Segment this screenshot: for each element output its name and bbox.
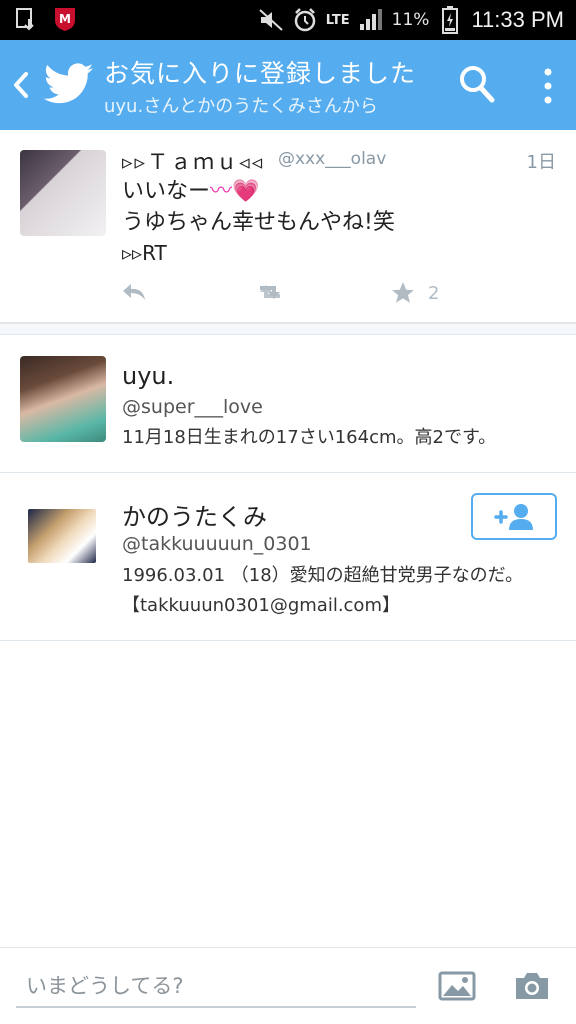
network-type: LTE (325, 12, 350, 28)
camera-icon[interactable] (512, 970, 552, 1002)
favorite-button[interactable]: 2 (390, 280, 439, 306)
compose-bar (0, 947, 576, 1024)
reply-button[interactable] (120, 280, 148, 304)
search-icon[interactable] (456, 62, 498, 106)
tweet-timestamp: 1日 (526, 152, 556, 173)
compose-field[interactable] (16, 968, 416, 1008)
tweet-text: いいなー〰💗 うゆちゃん幸せもんやね!笑 ▹▹RT (122, 176, 562, 269)
twitter-logo-icon[interactable] (43, 62, 94, 106)
tweet[interactable]: ▹▹Ｔａｍｕ◃◃ @xxx___olav 1日 いいなー〰💗 うゆちゃん幸せもん… (0, 130, 576, 323)
battery-percent: 11% (391, 10, 430, 30)
tweet-line: いいなー〰💗 (122, 176, 562, 207)
avatar[interactable] (20, 356, 106, 442)
battery-charging-icon (437, 6, 463, 34)
clock: 11:33 PM (471, 7, 564, 32)
follow-button[interactable] (471, 493, 557, 540)
alarm-icon (292, 7, 318, 33)
page-subtitle: uyu.さんとかのうたくみさんから (104, 96, 378, 117)
user-bio: 11月18日生まれの17さい164cm。高2です。 (122, 423, 566, 453)
back-icon[interactable] (8, 68, 32, 102)
user-bio-line: 1996.03.01 （18）愛知の超絶甘党男子なのだ。 (122, 565, 524, 586)
tweet-author-handle: @xxx___olav (278, 149, 387, 169)
user-name[interactable]: かのうたくみ (122, 497, 267, 532)
user-bio-line: 【takkuuun0301@gmail.com】 (122, 595, 400, 616)
tweet-line: ▹▹RT (122, 241, 167, 265)
star-icon (392, 282, 414, 303)
retweet-icon (260, 285, 280, 299)
avatar[interactable] (28, 509, 96, 563)
tweet-author-name[interactable]: ▹▹Ｔａｍｕ◃◃ (122, 146, 264, 176)
status-bar: M LTE 11% 11:33 PM (0, 0, 576, 40)
user-handle: @takkuuuuun_0301 (122, 533, 312, 555)
user-handle: @super___love (122, 396, 263, 418)
add-user-icon (494, 503, 533, 530)
tweet-actions: 2 (120, 280, 460, 308)
tweet-line: うゆちゃん幸せもんやね!笑 (122, 210, 395, 235)
tweet-emoji: 〰💗 (210, 179, 260, 204)
app-bar: お気に入りに登録しました uyu.さんとかのうたくみさんから (0, 40, 576, 130)
reply-icon (123, 284, 145, 300)
user-bio-line: 11月18日生まれの17さい164cm。高2です。 (122, 427, 497, 448)
user-row[interactable]: かのうたくみ @takkuuuuun_0301 1996.03.01 （18）愛… (0, 473, 576, 641)
mute-icon (258, 7, 284, 33)
photo-icon[interactable] (438, 970, 476, 1002)
overflow-menu-icon[interactable] (536, 64, 560, 108)
signal-icon (358, 7, 384, 33)
tweet-line-text: いいなー (122, 179, 211, 204)
favorite-count: 2 (428, 282, 440, 304)
user-name[interactable]: uyu. (122, 362, 174, 390)
compose-input[interactable] (16, 968, 416, 1004)
page-title: お気に入りに登録しました (104, 59, 417, 88)
mcafee-icon: M (52, 6, 78, 32)
avatar[interactable] (20, 150, 106, 236)
download-icon (14, 6, 40, 32)
svg-text:M: M (59, 12, 71, 26)
section-divider (0, 323, 576, 335)
user-row[interactable]: uyu. @super___love 11月18日生まれの17さい164cm。高… (0, 336, 576, 473)
user-bio: 1996.03.01 （18）愛知の超絶甘党男子なのだ。 【takkuuun03… (122, 561, 566, 621)
retweet-button[interactable] (254, 280, 286, 304)
